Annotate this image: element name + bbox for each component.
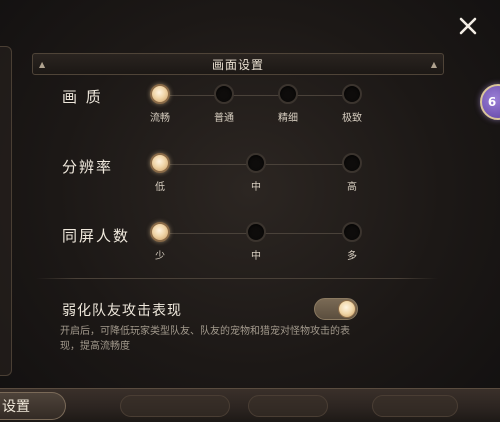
bottom-ornament	[372, 395, 458, 417]
bottom-ornament	[248, 395, 328, 417]
players-option-few[interactable]: 少	[130, 222, 190, 262]
radio-selected-icon[interactable]	[150, 153, 170, 173]
resolution-option-label: 低	[155, 182, 165, 193]
players-option-label: 少	[155, 251, 165, 262]
quality-option-label: 普通	[214, 113, 234, 124]
quality-option-label: 极致	[342, 113, 362, 124]
players-option-label: 多	[347, 251, 357, 262]
quality-option-ultra[interactable]: 极致	[322, 84, 382, 124]
section-divider	[36, 278, 438, 279]
header-right-ornament-icon: ▲	[430, 60, 437, 69]
close-icon	[459, 17, 477, 35]
players-option-medium[interactable]: 中	[226, 222, 286, 262]
resolution-option-label: 高	[347, 182, 357, 193]
resolution-option-medium[interactable]: 中	[226, 153, 286, 193]
radio-selected-icon[interactable]	[150, 222, 170, 242]
side-badge-text: 6	[487, 95, 497, 109]
weaken-teammate-title: 弱化队友攻击表现	[62, 303, 182, 319]
resolution-label: 分辨率	[62, 158, 114, 176]
left-side-panel	[0, 46, 12, 376]
radio-icon[interactable]	[342, 84, 362, 104]
resolution-option-high[interactable]: 高	[322, 153, 382, 193]
resolution-option-label: 中	[251, 182, 261, 193]
quality-option-label: 流畅	[150, 113, 170, 124]
radio-icon[interactable]	[246, 153, 266, 173]
players-option-many[interactable]: 多	[322, 222, 382, 262]
quality-option-label: 精细	[278, 113, 298, 124]
resolution-option-low[interactable]: 低	[130, 153, 190, 193]
settings-tab[interactable]: 设置	[0, 392, 66, 420]
weaken-teammate-toggle[interactable]	[314, 298, 358, 320]
settings-tab-label: 设置	[2, 399, 30, 415]
panel-header: ▲ 画面设置 ▲	[32, 53, 444, 75]
radio-icon[interactable]	[342, 153, 362, 173]
bottom-ornament	[120, 395, 230, 417]
quality-option-smooth[interactable]: 流畅	[130, 84, 190, 124]
radio-icon[interactable]	[342, 222, 362, 242]
panel-title: 画面设置	[211, 57, 264, 72]
quality-label: 画 质	[62, 88, 103, 106]
close-button[interactable]	[452, 10, 484, 42]
radio-icon[interactable]	[214, 84, 234, 104]
radio-selected-icon[interactable]	[150, 84, 170, 104]
weaken-teammate-description: 开启后，可降低玩家类型队友、队友的宠物和猎宠对怪物攻击的表现，提高流畅度	[60, 326, 350, 352]
quality-option-normal[interactable]: 普通	[194, 84, 254, 124]
quality-option-fine[interactable]: 精细	[258, 84, 318, 124]
players-on-screen-label: 同屏人数	[62, 227, 131, 245]
radio-icon[interactable]	[246, 222, 266, 242]
header-left-ornament-icon: ▲	[39, 60, 46, 69]
players-option-label: 中	[251, 251, 261, 262]
side-badge-icon[interactable]: 6	[480, 84, 500, 120]
radio-icon[interactable]	[278, 84, 298, 104]
toggle-knob	[338, 300, 356, 318]
